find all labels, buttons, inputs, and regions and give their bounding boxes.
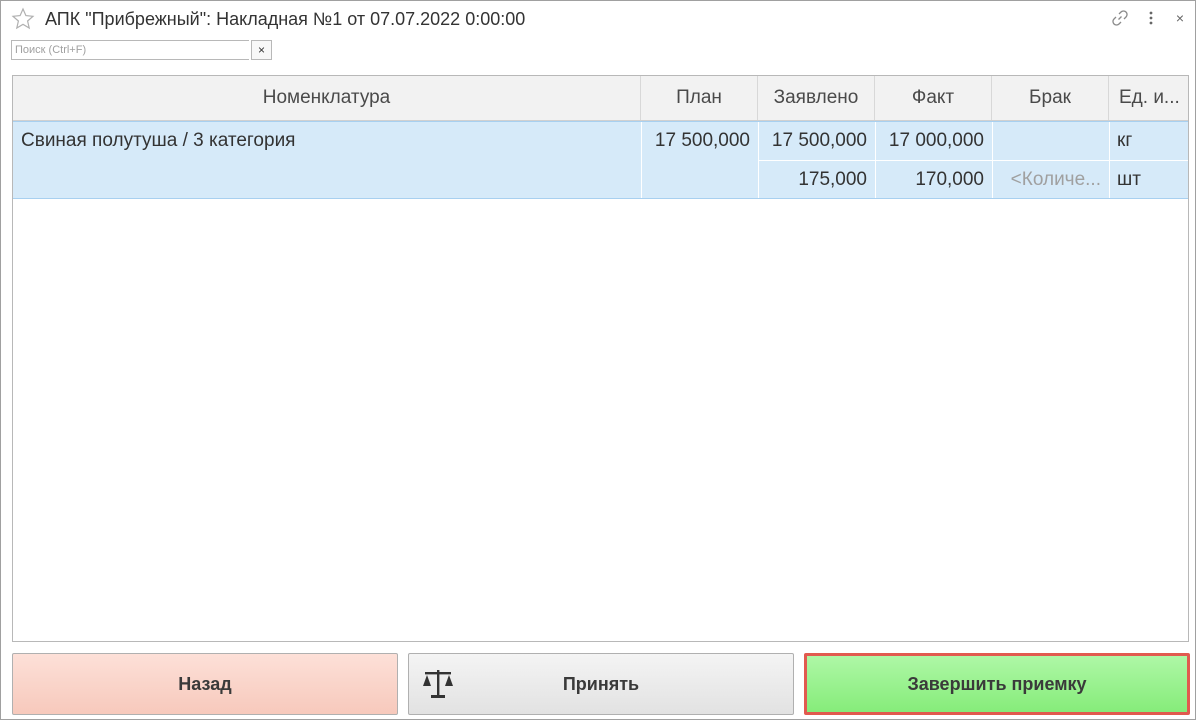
cell-unit-secondary[interactable]: шт [1117,161,1187,199]
close-icon[interactable]: × [1169,7,1191,29]
column-header-nomenclature[interactable]: Номенклатура [13,76,641,120]
cell-unit[interactable]: кг [1117,122,1187,160]
column-header-plan[interactable]: План [641,76,758,120]
accept-button[interactable]: Принять [408,653,794,715]
finish-acceptance-button[interactable]: Завершить приемку [804,653,1190,715]
document-window: АПК "Прибрежный": Накладная №1 от 07.07.… [0,0,1196,720]
scale-icon [423,670,453,698]
link-icon[interactable] [1109,7,1131,29]
column-header-fact[interactable]: Факт [875,76,992,120]
window-title: АПК "Прибрежный": Накладная №1 от 07.07.… [45,9,526,29]
star-icon[interactable] [11,7,35,31]
table-row[interactable]: Свиная полутуша / 3 категория 17 500,000… [13,121,1188,199]
finish-acceptance-button-label: Завершить приемку [907,673,1087,694]
cell-plan[interactable]: 17 500,000 [641,122,758,160]
cell-fact[interactable]: 17 000,000 [875,122,992,160]
search-clear-button[interactable]: × [251,40,272,60]
cell-declared[interactable]: 17 500,000 [758,122,875,160]
table-header: Номенклатура План Заявлено Факт Брак Ед.… [13,76,1188,121]
back-button-label: Назад [178,673,232,694]
more-icon[interactable] [1140,7,1162,29]
column-header-unit[interactable]: Ед. и... [1109,76,1188,120]
column-header-defect[interactable]: Брак [992,76,1109,120]
cell-defect-secondary[interactable]: <Количе... [992,161,1109,199]
items-table: Номенклатура План Заявлено Факт Брак Ед.… [12,75,1189,642]
cell-nomenclature[interactable]: Свиная полутуша / 3 категория [21,122,636,160]
cell-defect[interactable] [992,122,1109,160]
title-bar: АПК "Прибрежный": Накладная №1 от 07.07.… [1,1,1195,37]
cell-fact-secondary[interactable]: 170,000 [875,161,992,199]
cell-declared-secondary[interactable]: 175,000 [758,161,875,199]
column-header-declared[interactable]: Заявлено [758,76,875,120]
accept-button-label: Принять [562,673,640,694]
back-button[interactable]: Назад [12,653,398,715]
search-input[interactable] [11,40,249,60]
search-box: × [11,40,272,62]
